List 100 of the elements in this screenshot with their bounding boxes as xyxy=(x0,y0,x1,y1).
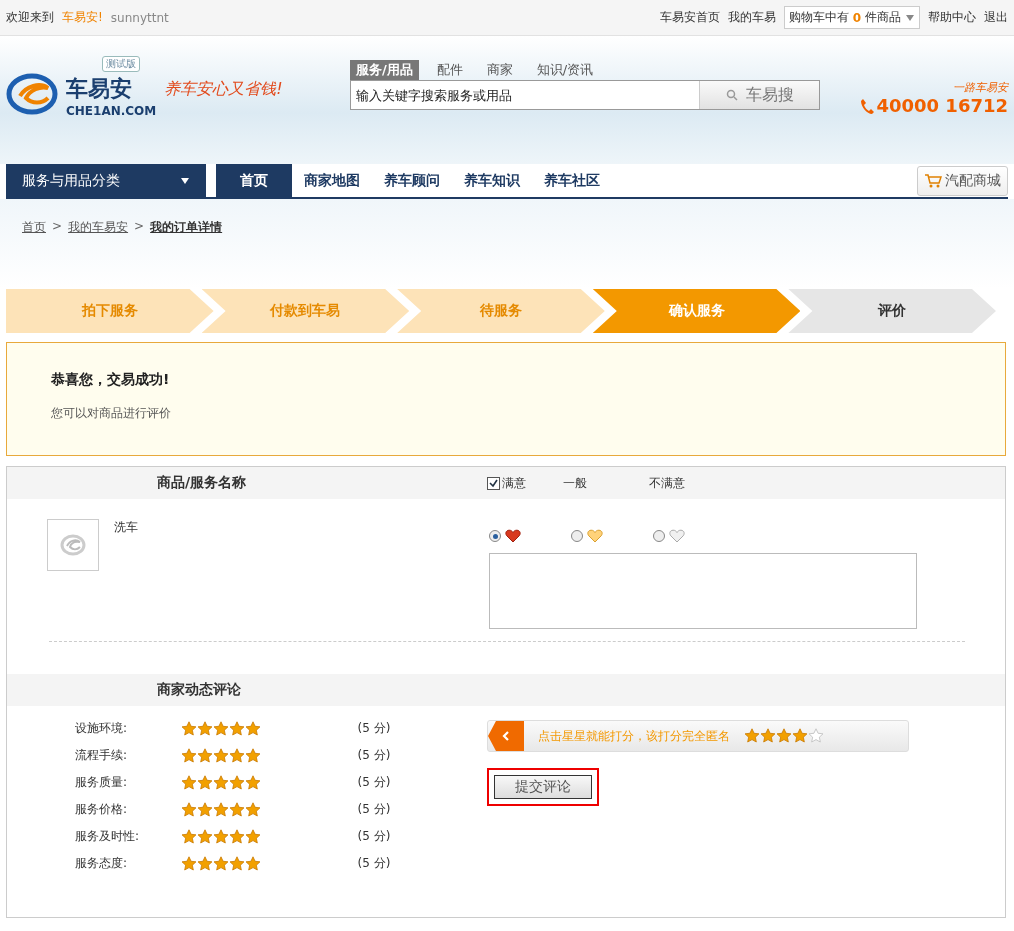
star-icon xyxy=(213,774,229,791)
star-icon xyxy=(229,855,245,872)
breadcrumb-separator: > xyxy=(52,219,63,235)
column-header: 不满意 xyxy=(649,474,686,492)
caret-icon xyxy=(180,176,190,185)
category-dropdown[interactable]: 服务与用品分类 xyxy=(6,164,206,197)
rating-score: (5 分) xyxy=(357,747,392,764)
comment-field[interactable] xyxy=(489,553,917,629)
star-icon xyxy=(197,801,213,818)
search-icon xyxy=(725,89,738,101)
search-tab[interactable]: 服务/用品 xyxy=(350,60,419,80)
star-icon xyxy=(181,801,197,818)
mall-button[interactable]: 汽配商城 xyxy=(917,165,1008,196)
hotline-caption: 一路车易安 xyxy=(953,80,1008,95)
progress-step: 评价 xyxy=(788,289,996,333)
breadcrumb-link[interactable]: 我的订单详情 xyxy=(150,219,223,269)
caret-icon xyxy=(905,13,915,22)
star-icon xyxy=(197,747,213,764)
cart-label: 件商品 xyxy=(865,9,901,26)
star-icon xyxy=(197,720,213,737)
nav-tab[interactable]: 商家地图 xyxy=(292,164,372,197)
nav-tab[interactable]: 养车社区 xyxy=(532,164,612,197)
hotline-number: 40000 16712 xyxy=(876,95,1008,116)
star-icon xyxy=(229,774,245,791)
star-icon xyxy=(245,747,261,764)
logo-domain: CHE1AN.COM xyxy=(66,104,157,118)
product-thumbnail xyxy=(47,519,99,571)
nav-tab[interactable]: 养车顾问 xyxy=(372,164,452,197)
cart-icon xyxy=(924,173,942,188)
star-icon xyxy=(229,747,245,764)
cart-dropdown[interactable]: 购物车中有 0 件商品 xyxy=(783,6,920,29)
star-icon xyxy=(181,828,197,845)
breadcrumb-separator: > xyxy=(134,219,145,235)
slogan: 养车安心又省钱! xyxy=(164,79,283,100)
rating-score: (5 分) xyxy=(357,720,392,737)
progress-step: 付款到车易 xyxy=(201,289,410,333)
star-icon xyxy=(229,828,245,845)
submit-button[interactable]: 提交评论 xyxy=(494,775,592,799)
rating-score: (5 分) xyxy=(357,855,392,872)
rating-score: (5 分) xyxy=(357,774,392,791)
star-icon xyxy=(197,774,213,791)
section-title: 商家动态评论 xyxy=(156,681,242,699)
star-icon xyxy=(181,747,197,764)
rating-label: 流程手续: xyxy=(75,747,129,764)
star-icon xyxy=(213,720,229,737)
progress-step: 确认服务 xyxy=(592,289,801,333)
top-link[interactable]: 退出 xyxy=(984,9,1008,26)
search-field[interactable]: 输入关键字搜索服务或用品 车易搜 xyxy=(350,80,820,110)
logo-text: 车易安 xyxy=(66,75,133,103)
star-icon xyxy=(245,801,261,818)
progress-step: 拍下服务 xyxy=(6,289,214,333)
star-icon xyxy=(744,728,760,744)
star-icon xyxy=(229,801,245,818)
nav-tab[interactable]: 养车知识 xyxy=(452,164,532,197)
star-icon xyxy=(197,828,213,845)
radio-button[interactable] xyxy=(653,530,665,542)
star-icon xyxy=(229,720,245,737)
welcome-text: 欢迎来到 xyxy=(6,9,54,26)
breadcrumb-link[interactable]: 我的车易安 xyxy=(68,219,129,269)
star-icon xyxy=(245,720,261,737)
star-icon xyxy=(792,728,808,744)
rating-score: (5 分) xyxy=(357,801,392,818)
notice-text: 您可以对商品进行评价 xyxy=(51,405,172,422)
star-icon xyxy=(245,828,261,845)
search-tab[interactable]: 商家 xyxy=(480,60,519,80)
search-tab[interactable]: 知识/资讯 xyxy=(530,60,600,80)
checkbox-label: 满意 xyxy=(502,474,526,492)
star-icon xyxy=(213,855,229,872)
rating-label: 设施环境: xyxy=(75,720,129,737)
nav-tab[interactable]: 首页 xyxy=(216,164,292,197)
top-link[interactable]: 车易安首页 xyxy=(659,9,720,26)
search-tab[interactable]: 配件 xyxy=(430,60,469,80)
star-icon xyxy=(760,728,776,744)
radio-button[interactable] xyxy=(489,530,501,542)
checkbox[interactable] xyxy=(487,476,500,490)
cart-label: 购物车中有 xyxy=(788,9,849,26)
star-icon xyxy=(245,774,261,791)
beta-badge: 测试版 xyxy=(102,56,140,72)
back-button[interactable] xyxy=(488,721,524,751)
star-icon xyxy=(245,855,261,872)
column-header: 一般 xyxy=(563,474,588,492)
star-icon xyxy=(181,774,197,791)
heart-icon xyxy=(669,529,685,543)
star-icon xyxy=(213,801,229,818)
top-link[interactable]: 帮助中心 xyxy=(928,9,976,26)
chevron-left-icon xyxy=(502,731,510,741)
username: sunnyttnt xyxy=(110,10,169,25)
progress-step: 待服务 xyxy=(397,289,605,333)
rating-label: 服务态度: xyxy=(75,855,129,872)
tip-text: 点击星星就能打分，该打分完全匿名 xyxy=(538,727,730,745)
notice-title: 恭喜您，交易成功! xyxy=(51,371,171,389)
star-icon xyxy=(181,720,197,737)
star-icon xyxy=(213,828,229,845)
radio-button[interactable] xyxy=(571,530,583,542)
star-icon xyxy=(776,728,792,744)
rating-label: 服务价格: xyxy=(75,801,129,818)
breadcrumb-link[interactable]: 首页 xyxy=(22,219,46,269)
top-link[interactable]: 我的车易 xyxy=(727,9,776,26)
star-icon xyxy=(181,855,197,872)
search-button[interactable]: 车易搜 xyxy=(699,81,819,109)
